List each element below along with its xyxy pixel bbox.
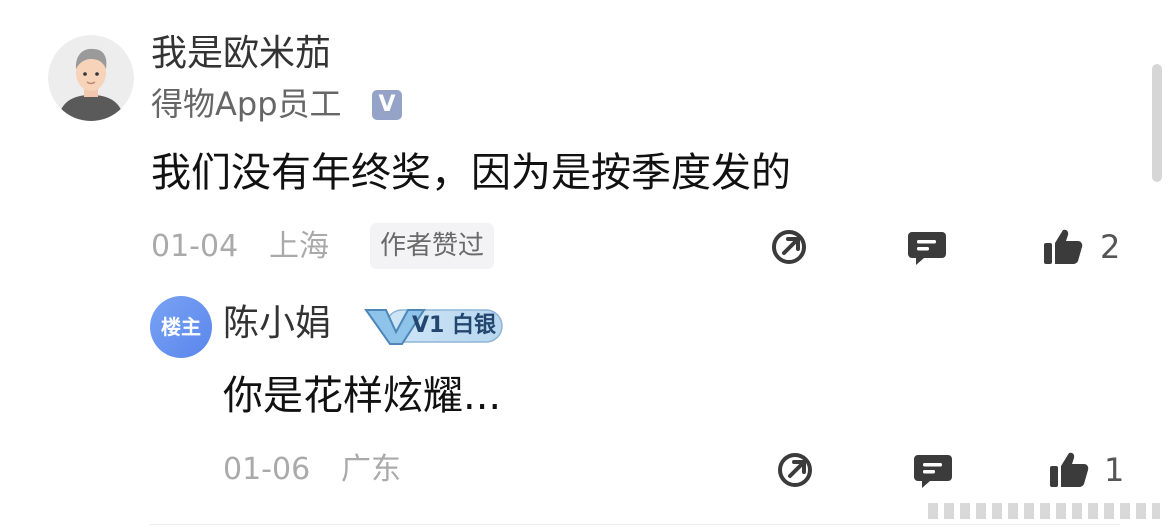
scrollbar[interactable]	[1152, 64, 1162, 182]
thumbs-up-icon[interactable]	[1048, 449, 1090, 491]
comment-text[interactable]: 我们没有年终奖，因为是按季度发的	[151, 143, 791, 203]
op-avatar-badge[interactable]: 楼主	[150, 296, 212, 358]
reply-text[interactable]: 你是花样炫耀...	[223, 366, 501, 426]
thumbs-up-icon[interactable]	[1042, 226, 1084, 268]
author-liked-tag: 作者赞过	[370, 223, 495, 269]
divider	[150, 524, 1120, 525]
reply-username[interactable]: 陈小娟	[223, 300, 331, 348]
comment-date: 01-04	[151, 229, 239, 264]
reply-comment-icon[interactable]	[912, 449, 954, 491]
watermark	[928, 503, 1160, 519]
comment-location: 上海	[269, 229, 329, 264]
reply-date: 01-06	[223, 452, 311, 487]
comment-like-count: 2	[1100, 228, 1121, 266]
share-icon[interactable]	[774, 449, 816, 491]
user-title: 得物App员工	[151, 85, 342, 123]
avatar-illustration	[48, 35, 134, 121]
share-icon[interactable]	[768, 226, 810, 268]
reply-like-count: 1	[1104, 451, 1125, 489]
user-avatar[interactable]	[48, 35, 134, 121]
comment-username[interactable]: 我是欧米茄	[151, 30, 331, 78]
reply-comment-icon[interactable]	[906, 226, 948, 268]
level-badge-label: V1 白银	[412, 313, 496, 338]
reply-location: 广东	[341, 452, 401, 487]
verified-v-icon: V	[372, 90, 402, 120]
